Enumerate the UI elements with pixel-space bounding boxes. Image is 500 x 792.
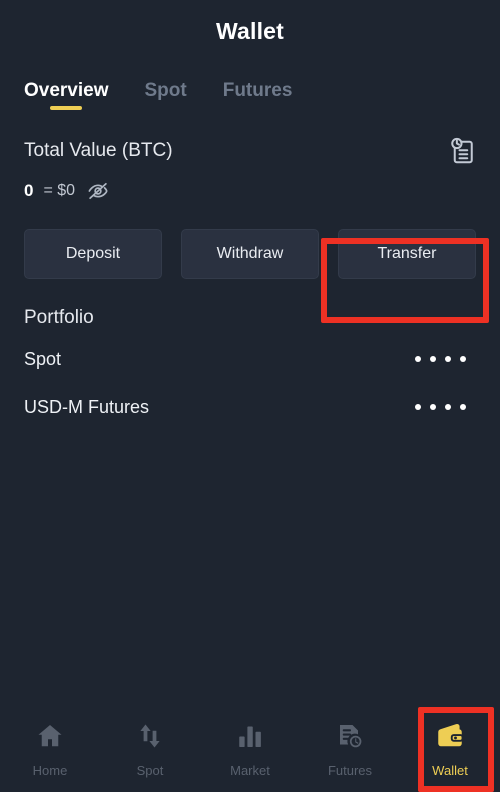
page-title: Wallet bbox=[215, 17, 285, 44]
portfolio-row-spot[interactable]: Spot bbox=[24, 341, 476, 377]
transfer-button[interactable]: Transfer bbox=[338, 229, 476, 279]
home-icon bbox=[35, 721, 65, 756]
swap-arrows-icon bbox=[135, 721, 165, 756]
tab-spot[interactable]: Spot bbox=[145, 81, 187, 114]
nav-item-futures[interactable]: Futures bbox=[300, 706, 400, 792]
total-value-section: Total Value (BTC) 0 = $0 bbox=[0, 114, 500, 202]
bottom-navigation-bar: Home Spot Market Futures Wallet bbox=[0, 706, 500, 792]
masked-balance-dots bbox=[415, 356, 476, 362]
bar-chart-icon bbox=[235, 721, 265, 756]
portfolio-item-label: Spot bbox=[24, 348, 62, 369]
portfolio-item-label: USD-M Futures bbox=[24, 396, 150, 417]
nav-label: Spot bbox=[136, 762, 164, 778]
transaction-history-icon[interactable] bbox=[448, 136, 478, 171]
nav-item-home[interactable]: Home bbox=[0, 706, 100, 792]
nav-item-wallet[interactable]: Wallet bbox=[400, 706, 500, 792]
wallet-icon bbox=[435, 721, 465, 756]
nav-label: Wallet bbox=[432, 762, 468, 778]
deposit-button[interactable]: Deposit bbox=[24, 229, 162, 279]
masked-balance-dots bbox=[415, 404, 476, 410]
total-value-fiat: = $0 bbox=[43, 182, 76, 199]
portfolio-title: Portfolio bbox=[24, 307, 94, 328]
portfolio-row-usdm-futures[interactable]: USD-M Futures bbox=[24, 389, 476, 425]
nav-label: Futures bbox=[327, 762, 373, 778]
tab-overview[interactable]: Overview bbox=[24, 81, 109, 114]
tab-futures[interactable]: Futures bbox=[223, 81, 293, 114]
nav-item-market[interactable]: Market bbox=[200, 706, 300, 792]
total-value-amount: 0 bbox=[24, 181, 34, 200]
withdraw-button[interactable]: Withdraw bbox=[181, 229, 319, 279]
document-clock-icon bbox=[335, 721, 365, 756]
total-value-label: Total Value (BTC) bbox=[24, 140, 173, 161]
nav-label: Home bbox=[32, 762, 68, 778]
eye-off-icon[interactable] bbox=[87, 180, 109, 202]
app-header: Wallet bbox=[0, 0, 500, 62]
total-value-row: 0 = $0 bbox=[24, 180, 476, 202]
portfolio-section: Portfolio Spot USD-M Futures bbox=[0, 279, 500, 425]
action-button-row: Deposit Withdraw Transfer bbox=[0, 202, 500, 279]
nav-item-spot[interactable]: Spot bbox=[100, 706, 200, 792]
nav-label: Market bbox=[230, 762, 270, 778]
tab-bar: Overview Spot Futures bbox=[0, 62, 500, 114]
